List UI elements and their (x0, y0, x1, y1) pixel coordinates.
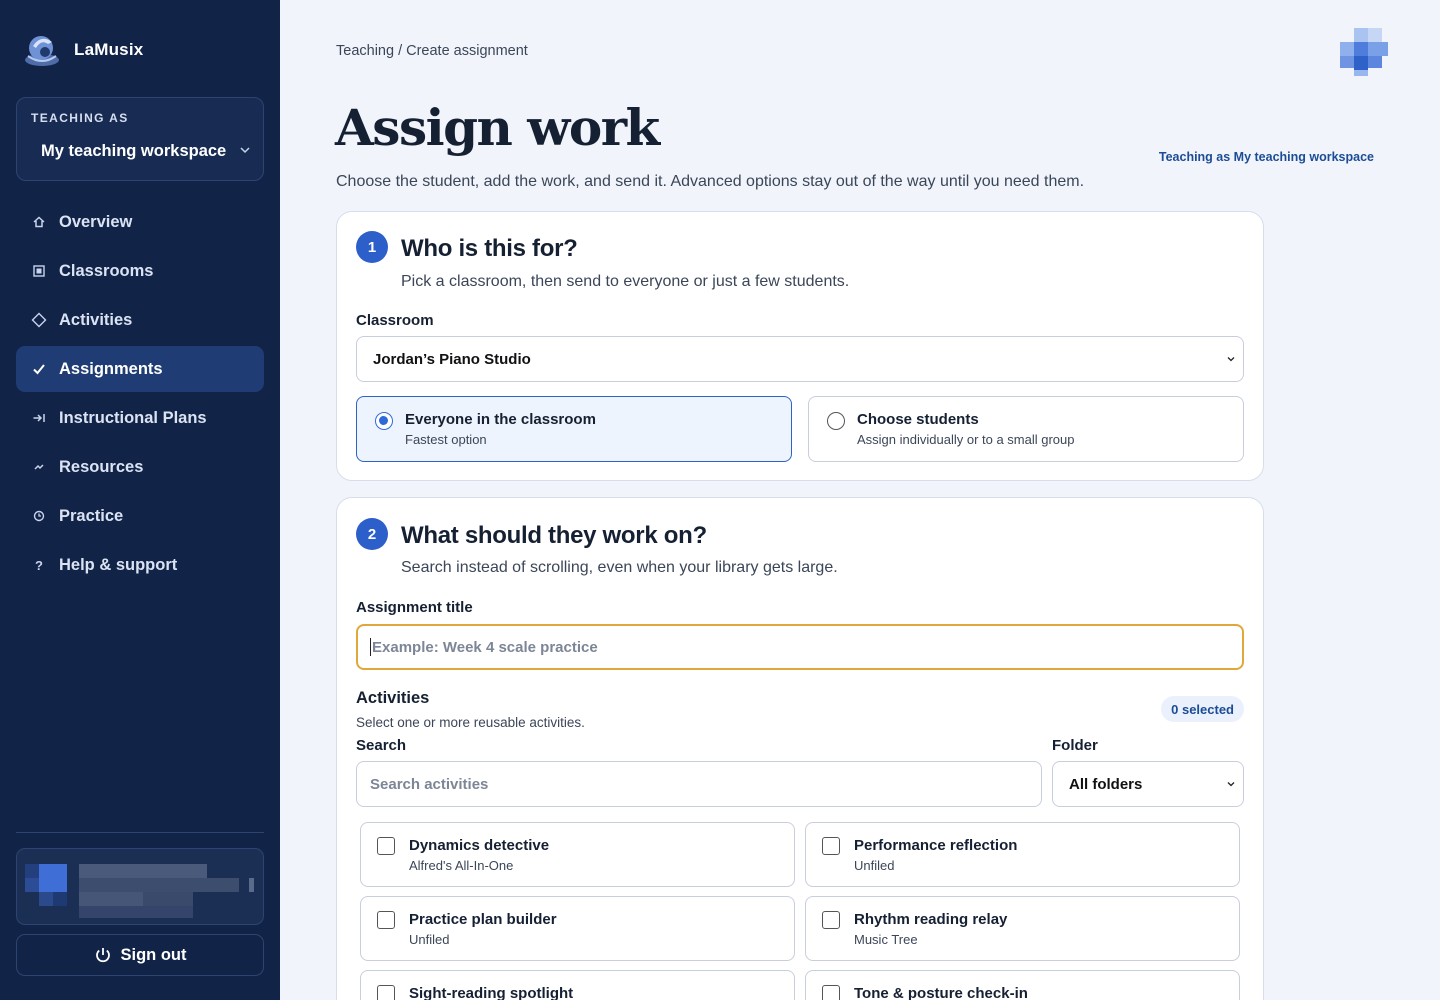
avatar[interactable] (1340, 28, 1388, 76)
classroom-label: Classroom (356, 312, 434, 329)
step-what-card: 2 What should they work on? Search inste… (336, 497, 1264, 1000)
sidebar-item-label: Help & support (59, 555, 178, 574)
folder-select[interactable]: All folders (1052, 761, 1244, 807)
page-subtitle: Choose the student, add the work, and se… (336, 173, 1085, 190)
assignment-title-input[interactable]: Example: Week 4 scale practice (356, 624, 1244, 670)
sidebar-item-assignments[interactable]: Assignments (16, 346, 264, 392)
folder-label: Folder (1052, 737, 1098, 754)
activities-desc: Select one or more reusable activities. (356, 715, 585, 730)
card-title: Who is this for? (401, 235, 578, 262)
activity-folder: Unfiled (409, 932, 450, 947)
option-desc: Fastest option (405, 432, 487, 447)
chevron-down-icon (1227, 357, 1235, 362)
step-who-card: 1 Who is this for? Pick a classroom, the… (336, 211, 1264, 481)
step-number: 1 (356, 231, 388, 263)
option-title: Everyone in the classroom (405, 411, 596, 428)
option-title: Choose students (857, 411, 979, 428)
activity-checkbox[interactable] (377, 837, 395, 855)
teaching-as-note: Teaching as My teaching workspace (1158, 150, 1374, 164)
classroom-icon (31, 263, 47, 279)
classroom-select[interactable]: Jordan’s Piano Studio (356, 336, 1244, 382)
workspace-caption: TEACHING AS (31, 111, 129, 125)
search-label: Search (356, 737, 407, 754)
brand[interactable]: LaMusix (22, 30, 143, 70)
sidebar-nav: Overview Classrooms Activities Assignmen… (16, 199, 264, 591)
logo-icon (22, 30, 62, 70)
chevron-down-icon (240, 147, 250, 154)
user-card[interactable] (16, 848, 264, 925)
sidebar-item-instructional-plans[interactable]: Instructional Plans (16, 395, 264, 441)
activity-checkbox[interactable] (822, 985, 840, 1000)
activity-title: Practice plan builder (409, 911, 557, 928)
activity-checkbox[interactable] (822, 837, 840, 855)
search-input[interactable]: Search activities (356, 761, 1042, 807)
option-everyone[interactable]: Everyone in the classroom Fastest option (356, 396, 792, 462)
sidebar-item-label: Practice (59, 506, 124, 525)
activity-item[interactable]: Tone & posture check-in (805, 970, 1240, 1000)
activity-folder: Alfred's All-In-One (409, 858, 514, 873)
activity-item[interactable]: Dynamics detective Alfred's All-In-One (360, 822, 795, 887)
activity-item[interactable]: Performance reflection Unfiled (805, 822, 1240, 887)
folder-value: All folders (1069, 775, 1143, 793)
card-title: What should they work on? (401, 522, 707, 549)
sign-out-button[interactable]: Sign out (16, 934, 264, 976)
activity-checkbox[interactable] (377, 911, 395, 929)
clock-icon (31, 508, 47, 524)
question-icon: ? (35, 557, 43, 573)
sidebar-divider (16, 832, 264, 833)
sidebar-item-help[interactable]: ? Help & support (16, 542, 264, 588)
selected-count-badge: 0 selected (1161, 696, 1244, 722)
sidebar-item-label: Activities (59, 310, 133, 329)
assignment-title-label: Assignment title (356, 599, 473, 616)
chevron-down-icon (1227, 782, 1235, 787)
card-subtitle: Search instead of scrolling, even when y… (401, 559, 838, 576)
activity-checkbox[interactable] (377, 985, 395, 1000)
workspace-switcher[interactable]: TEACHING AS My teaching workspace (16, 97, 264, 181)
activities-label: Activities (356, 689, 430, 707)
activity-item[interactable]: Rhythm reading relay Music Tree (805, 896, 1240, 961)
radio-selected[interactable] (375, 412, 393, 430)
assignment-title-placeholder: Example: Week 4 scale practice (372, 638, 598, 656)
activity-title: Sight-reading spotlight (409, 985, 574, 1000)
option-desc: Assign individually or to a small group (857, 432, 1075, 447)
sidebar-item-label: Instructional Plans (59, 408, 207, 427)
text-caret (370, 638, 371, 656)
sidebar-item-label: Resources (59, 457, 144, 476)
activity-title: Performance reflection (854, 837, 1018, 854)
app-name: LaMusix (74, 40, 144, 59)
activity-checkbox[interactable] (822, 911, 840, 929)
page-title: Assign work (335, 98, 660, 157)
card-subtitle: Pick a classroom, then send to everyone … (401, 273, 850, 290)
sidebar-item-activities[interactable]: Activities (16, 297, 264, 343)
sidebar-item-overview[interactable]: Overview (16, 199, 264, 245)
home-icon (31, 214, 47, 230)
activity-folder: Music Tree (854, 932, 918, 947)
activity-title: Tone & posture check-in (854, 985, 1028, 1000)
sidebar: LaMusix TEACHING AS My teaching workspac… (0, 0, 280, 1000)
arrow-to-line-icon (31, 410, 47, 426)
sidebar-item-practice[interactable]: Practice (16, 493, 264, 539)
search-placeholder: Search activities (370, 775, 489, 793)
option-choose-students[interactable]: Choose students Assign individually or t… (808, 396, 1244, 462)
activity-title: Dynamics detective (409, 837, 550, 854)
sign-out-label: Sign out (120, 945, 187, 964)
classroom-value: Jordan’s Piano Studio (373, 350, 531, 368)
step-number: 2 (356, 518, 388, 550)
breadcrumb: Teaching / Create assignment (336, 43, 528, 59)
link-icon (31, 459, 47, 475)
check-icon (31, 361, 47, 377)
power-icon (95, 948, 110, 963)
sidebar-item-classrooms[interactable]: Classrooms (16, 248, 264, 294)
sidebar-item-resources[interactable]: Resources (16, 444, 264, 490)
radio-unselected[interactable] (827, 412, 845, 430)
activity-item[interactable]: Sight-reading spotlight (360, 970, 795, 1000)
activity-title: Rhythm reading relay (854, 911, 1008, 928)
sidebar-item-label: Overview (59, 212, 133, 231)
activity-item[interactable]: Practice plan builder Unfiled (360, 896, 795, 961)
workspace-value: My teaching workspace (41, 142, 227, 160)
sidebar-item-label: Classrooms (59, 261, 154, 280)
activity-folder: Unfiled (854, 858, 895, 873)
diamond-icon (31, 312, 47, 328)
sidebar-item-label: Assignments (59, 359, 163, 378)
